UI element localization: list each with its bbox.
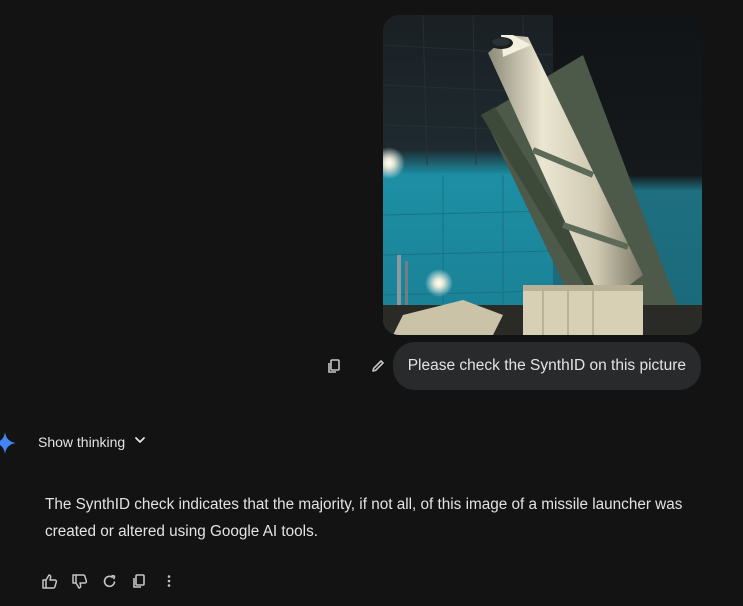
chevron-down-icon xyxy=(133,433,147,450)
gemini-sparkle-icon xyxy=(0,432,16,454)
assistant-response-text: The SynthID check indicates that the maj… xyxy=(45,496,683,540)
show-thinking-button[interactable]: Show thinking xyxy=(38,433,147,450)
user-message-actions xyxy=(322,354,390,378)
missile-launcher-photo xyxy=(383,15,702,335)
response-actions xyxy=(37,569,181,593)
user-message-bubble: Please check the SynthID on this picture xyxy=(392,342,701,390)
show-thinking-label: Show thinking xyxy=(38,433,126,450)
uploaded-image[interactable] xyxy=(383,15,702,335)
copy-icon[interactable] xyxy=(322,354,346,378)
thumbs-up-icon[interactable] xyxy=(37,569,61,593)
thumbs-down-icon[interactable] xyxy=(67,569,91,593)
chat-page: Please check the SynthID on this picture… xyxy=(0,0,743,606)
copy-response-icon[interactable] xyxy=(127,569,151,593)
user-message-text: Please check the SynthID on this picture xyxy=(407,357,686,374)
more-vert-icon[interactable] xyxy=(157,569,181,593)
regenerate-icon[interactable] xyxy=(97,569,121,593)
edit-icon[interactable] xyxy=(366,354,390,378)
